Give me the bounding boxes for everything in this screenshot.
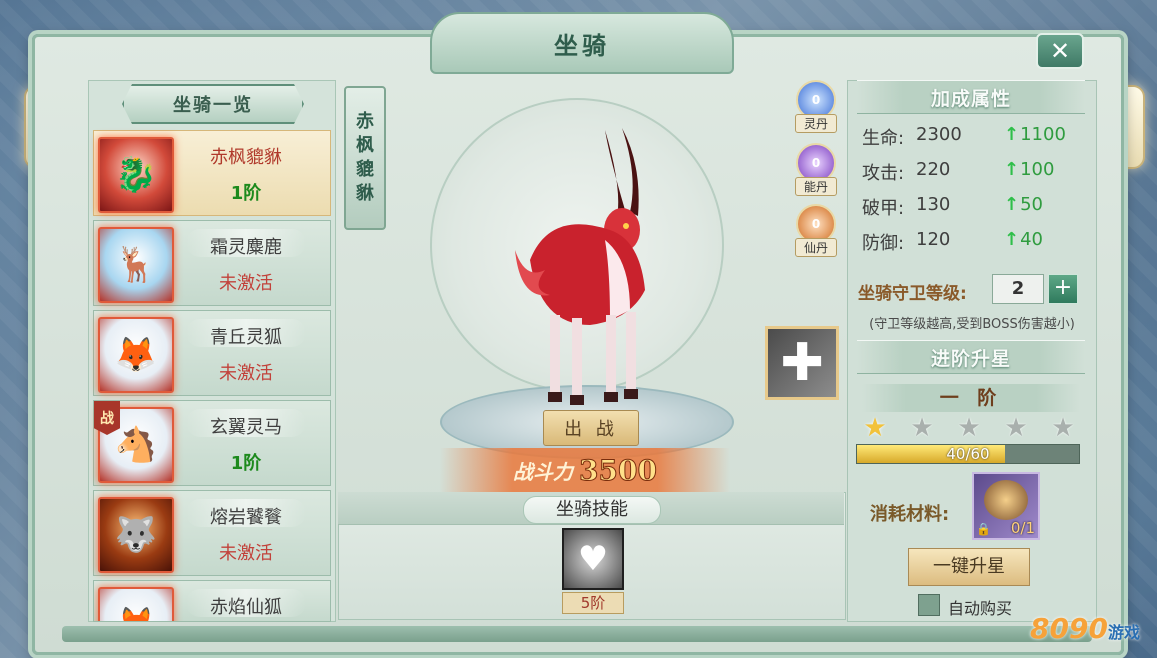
material-count: 0/1 bbox=[1010, 519, 1035, 537]
mount-item-shuangling[interactable]: 🦌 霜灵麋鹿 未激活 bbox=[93, 220, 331, 306]
mount-portrait: 🐉 bbox=[98, 137, 174, 213]
fight-button[interactable]: 出 战 bbox=[543, 410, 639, 446]
window-title-plate: 坐骑 bbox=[430, 12, 734, 74]
bottom-decoration bbox=[62, 626, 1092, 642]
material-label: 消耗材料: bbox=[870, 504, 950, 525]
mount-item-rongyan[interactable]: 🐺 熔岩饕餮 未激活 bbox=[93, 490, 331, 576]
mount-item-chifeng[interactable]: 🐉 赤枫貔貅 1阶 bbox=[93, 130, 331, 216]
star-icon: ★ bbox=[1004, 413, 1028, 443]
guard-level-label: 坐骑守卫等级: bbox=[858, 284, 967, 304]
advance-progress-bar: 40/60 bbox=[856, 444, 1080, 464]
site-watermark: 8090游戏 bbox=[1030, 612, 1140, 645]
heart-icon: ♥ bbox=[577, 539, 609, 579]
mount-status: 未激活 bbox=[219, 363, 273, 384]
mount-portrait: 🦌 bbox=[98, 227, 174, 303]
mount-item-xuanyi[interactable]: 🐴 战 玄翼灵马 1阶 bbox=[93, 400, 331, 486]
mount-item-chiyan[interactable]: 🦊 赤焰仙狐 bbox=[93, 580, 331, 622]
skill-slot[interactable]: ♥ bbox=[562, 528, 624, 590]
stat-bonus: ↑50 bbox=[1004, 194, 1043, 215]
mount-portrait: 🐺 bbox=[98, 497, 174, 573]
skills-title: 坐骑技能 bbox=[523, 496, 661, 524]
mount-model[interactable] bbox=[510, 120, 670, 420]
skill-level: 5阶 bbox=[562, 592, 624, 614]
star-icon: ★ bbox=[957, 413, 981, 443]
stat-bonus: ↑100 bbox=[1004, 159, 1055, 180]
advance-header: 进阶升星 bbox=[857, 340, 1085, 374]
advance-title: 进阶升星 bbox=[930, 347, 1011, 370]
pill-label: 能丹 bbox=[795, 177, 837, 196]
mount-status: 1阶 bbox=[230, 183, 262, 204]
auto-buy-label: 自动购买 bbox=[948, 599, 1013, 618]
mount-name: 赤焰仙狐 bbox=[210, 597, 282, 618]
pill-lingdan-button[interactable]: 0 灵丹 bbox=[794, 80, 838, 133]
star-icon: ★ bbox=[910, 413, 934, 443]
power-label: 战斗力 bbox=[513, 459, 574, 484]
mount-status: 未激活 bbox=[219, 273, 273, 294]
mount-name: 玄翼灵马 bbox=[210, 417, 282, 438]
stat-value: 2300 bbox=[916, 124, 962, 145]
mount-list-title: 坐骑一览 bbox=[173, 95, 253, 116]
one-click-upgrade-button[interactable]: 一键升星 bbox=[908, 548, 1030, 586]
stat-label: 攻击: bbox=[862, 163, 905, 184]
pill-xiandan-button[interactable]: 0 仙丹 bbox=[794, 204, 838, 257]
advance-stage-name: 一 阶 bbox=[862, 384, 1080, 412]
banner-char: 貅 bbox=[356, 183, 374, 204]
stat-row-attack: 攻击: 220 ↑100 bbox=[862, 159, 1082, 185]
close-button[interactable]: ✕ bbox=[1036, 33, 1084, 69]
material-item-icon bbox=[984, 480, 1028, 520]
auto-buy-checkbox[interactable] bbox=[918, 594, 940, 616]
banner-char: 貔 bbox=[356, 159, 374, 180]
equip-slot[interactable]: ✚ bbox=[765, 326, 839, 400]
lock-icon: 🔒 bbox=[976, 522, 991, 536]
mount-portrait: 🦊 bbox=[98, 317, 174, 393]
mount-name: 熔岩饕餮 bbox=[210, 507, 282, 528]
mount-name: 霜灵麋鹿 bbox=[210, 237, 282, 258]
star-icon: ★ bbox=[863, 413, 887, 443]
arrow-up-icon: ↑ bbox=[1004, 159, 1020, 180]
mount-portrait: 🦊 bbox=[98, 587, 174, 621]
stat-row-hp: 生命: 2300 ↑1100 bbox=[862, 124, 1082, 150]
mount-status: 未激活 bbox=[219, 543, 273, 564]
pill-label: 仙丹 bbox=[795, 238, 837, 257]
guard-level-value: 2 bbox=[992, 274, 1044, 304]
close-icon: ✕ bbox=[1049, 37, 1071, 65]
stat-value: 130 bbox=[916, 194, 951, 215]
arrow-up-icon: ↑ bbox=[1004, 124, 1020, 145]
mount-list-header: 坐骑一览 bbox=[122, 84, 304, 124]
progress-text: 40/60 bbox=[946, 445, 990, 463]
pill-label: 灵丹 bbox=[795, 114, 837, 133]
mount-status: 1阶 bbox=[230, 453, 262, 474]
mount-name: 赤枫貔貅 bbox=[210, 147, 282, 168]
stat-value: 120 bbox=[916, 229, 951, 250]
banner-char: 赤 bbox=[356, 111, 374, 132]
mount-name-banner: 赤 枫 貔 貅 bbox=[344, 86, 386, 230]
arrow-up-icon: ↑ bbox=[1004, 229, 1020, 250]
pill-nengdan-button[interactable]: 0 能丹 bbox=[794, 143, 838, 196]
stat-row-armor-break: 破甲: 130 ↑50 bbox=[862, 194, 1082, 220]
battle-tag: 战 bbox=[94, 401, 120, 435]
power-value: 3500 bbox=[579, 453, 658, 487]
battle-power: 战斗力 3500 bbox=[440, 448, 730, 492]
mount-name: 青丘灵狐 bbox=[210, 327, 282, 348]
star-icon: ★ bbox=[1051, 413, 1075, 443]
guard-level-note: (守卫等级越高,受到BOSS伤害越小) bbox=[869, 317, 1075, 332]
stat-label: 破甲: bbox=[862, 198, 905, 219]
window-title: 坐骑 bbox=[554, 30, 610, 60]
stat-label: 生命: bbox=[862, 128, 905, 149]
stat-bonus: ↑1100 bbox=[1004, 124, 1066, 145]
attributes-header: 加成属性 bbox=[857, 80, 1085, 114]
mount-item-qingqiu[interactable]: 🦊 青丘灵狐 未激活 bbox=[93, 310, 331, 396]
material-slot[interactable]: 🔒 0/1 bbox=[972, 472, 1040, 540]
plus-icon: ✚ bbox=[780, 333, 824, 393]
attributes-title: 加成属性 bbox=[930, 87, 1011, 110]
arrow-up-icon: ↑ bbox=[1004, 194, 1020, 215]
stat-bonus: ↑40 bbox=[1004, 229, 1043, 250]
banner-char: 枫 bbox=[356, 135, 374, 156]
stat-label: 防御: bbox=[862, 233, 905, 254]
stat-value: 220 bbox=[916, 159, 951, 180]
guard-level-plus-button[interactable]: + bbox=[1048, 274, 1078, 304]
stat-row-defense: 防御: 120 ↑40 bbox=[862, 229, 1082, 255]
